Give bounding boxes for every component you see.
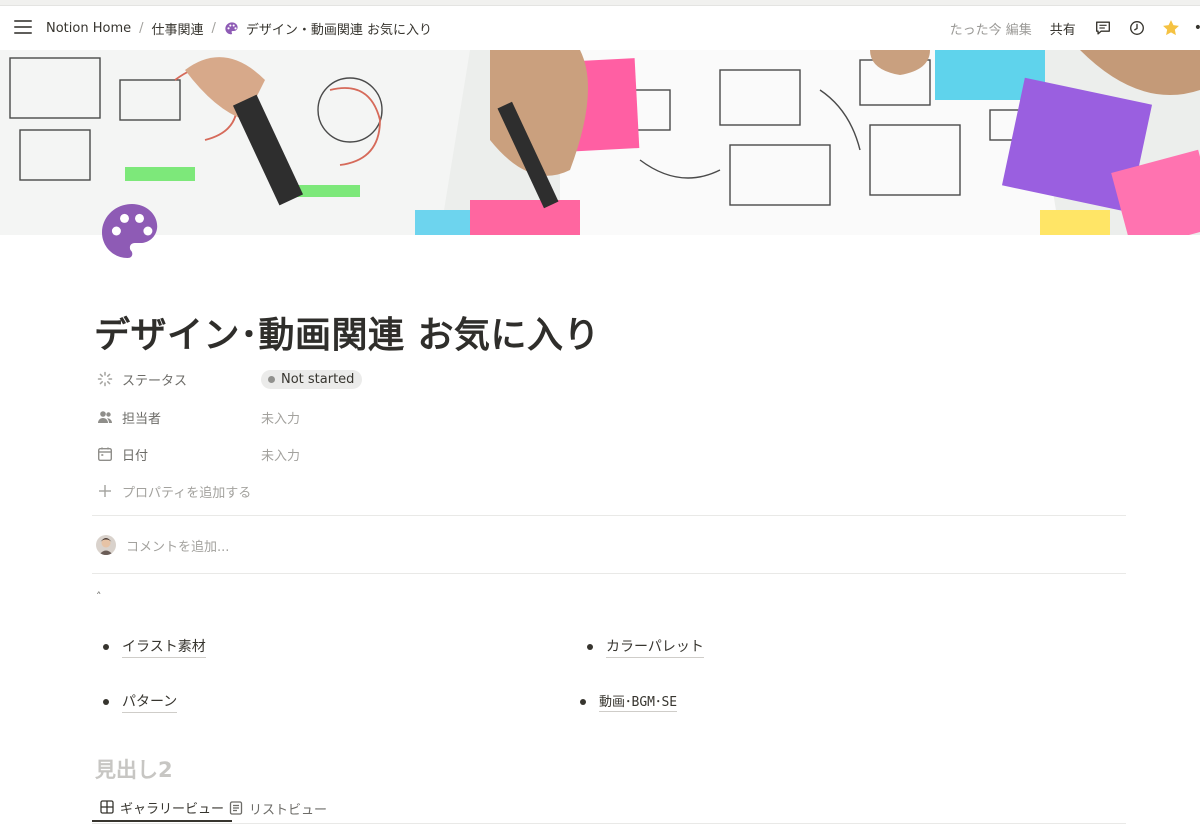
favorite-star-icon[interactable] [1160,17,1182,39]
top-bar: Notion Home / 仕事関連 / デザイン・動画関連 お気に入り たった… [0,6,1200,50]
bullet-dot [103,699,109,705]
tab-list-label: リストビュー [249,802,328,818]
breadcrumb-separator: / [211,21,216,36]
link-patterns[interactable]: パターン [122,691,178,713]
property-assignee[interactable]: 担当者 未入力 [96,405,696,429]
list-item: 動画･BGM･SE [580,691,678,712]
comment-divider [92,573,1126,574]
add-property-label: プロパティを追加する [122,485,252,501]
page-palette-icon[interactable] [96,198,168,270]
status-dot [268,375,275,383]
cover-illustration [0,50,1200,235]
palette-icon [225,21,238,34]
status-loading-icon [96,370,114,388]
bullet-dot [580,698,586,705]
add-property-button[interactable]: プロパティを追加する [96,479,696,503]
toggle-caret-icon[interactable]: ˄ [96,590,102,603]
property-date[interactable]: 日付 未入力 [96,442,696,466]
link-illustration-assets[interactable]: イラスト素材 [122,636,206,658]
breadcrumb-separator: / [139,21,144,36]
comment-input[interactable]: コメントを追加... [96,535,229,555]
assignee-value[interactable]: 未入力 [261,408,300,427]
link-color-palette[interactable]: カラーパレット [606,636,704,658]
list-page-icon [229,801,243,815]
avatar [96,535,116,555]
breadcrumb-notion-home[interactable]: Notion Home [46,21,131,36]
tab-gallery-label: ギャラリービュー [120,801,225,817]
property-label-status: ステータス [122,373,188,389]
top-actions: たった今 編集 共有 • [950,17,1200,39]
comments-icon[interactable] [1092,17,1114,39]
list-item: パターン [103,691,178,713]
database-view-tabs: ギャラリービュー リストビュー [92,790,1126,824]
heading-2[interactable]: 見出し2 [95,754,173,784]
property-status[interactable]: ステータス Not started [96,367,696,391]
breadcrumb-current-label: デザイン・動画関連 お気に入り [245,23,433,38]
page-cover-image[interactable] [0,50,1200,235]
edited-timestamp: たった今 編集 [949,22,1032,38]
bullet-dot [103,644,109,650]
history-clock-icon[interactable] [1126,17,1148,39]
comment-placeholder: コメントを追加... [126,539,230,555]
share-button[interactable]: 共有 [1050,19,1076,38]
bullet-dot [587,644,593,650]
gallery-grid-icon [100,800,114,814]
list-item: イラスト素材 [103,636,206,658]
page-title[interactable]: デザイン･動画関連 お気に入り [94,306,600,358]
breadcrumb-current-page[interactable]: デザイン・動画関連 お気に入り [224,19,432,38]
breadcrumb: Notion Home / 仕事関連 / デザイン・動画関連 お気に入り [46,19,432,38]
link-video-bgm-se[interactable]: 動画･BGM･SE [599,691,678,712]
plus-icon [96,482,114,500]
tab-gallery-view[interactable]: ギャラリービュー [92,794,233,822]
more-options-icon[interactable]: • [1194,20,1200,36]
property-label-date: 日付 [122,448,149,464]
status-value: Not started [281,371,355,387]
sidebar-menu-icon[interactable] [14,20,32,36]
tab-list-view[interactable]: リストビュー [229,794,327,822]
breadcrumb-work[interactable]: 仕事関連 [152,19,204,38]
property-label-assignee: 担当者 [122,411,162,427]
status-badge[interactable]: Not started [261,369,363,389]
list-item: カラーパレット [587,636,704,658]
calendar-icon [96,445,114,463]
properties-divider [92,515,1126,516]
date-value[interactable]: 未入力 [261,445,300,464]
people-icon [96,408,114,426]
